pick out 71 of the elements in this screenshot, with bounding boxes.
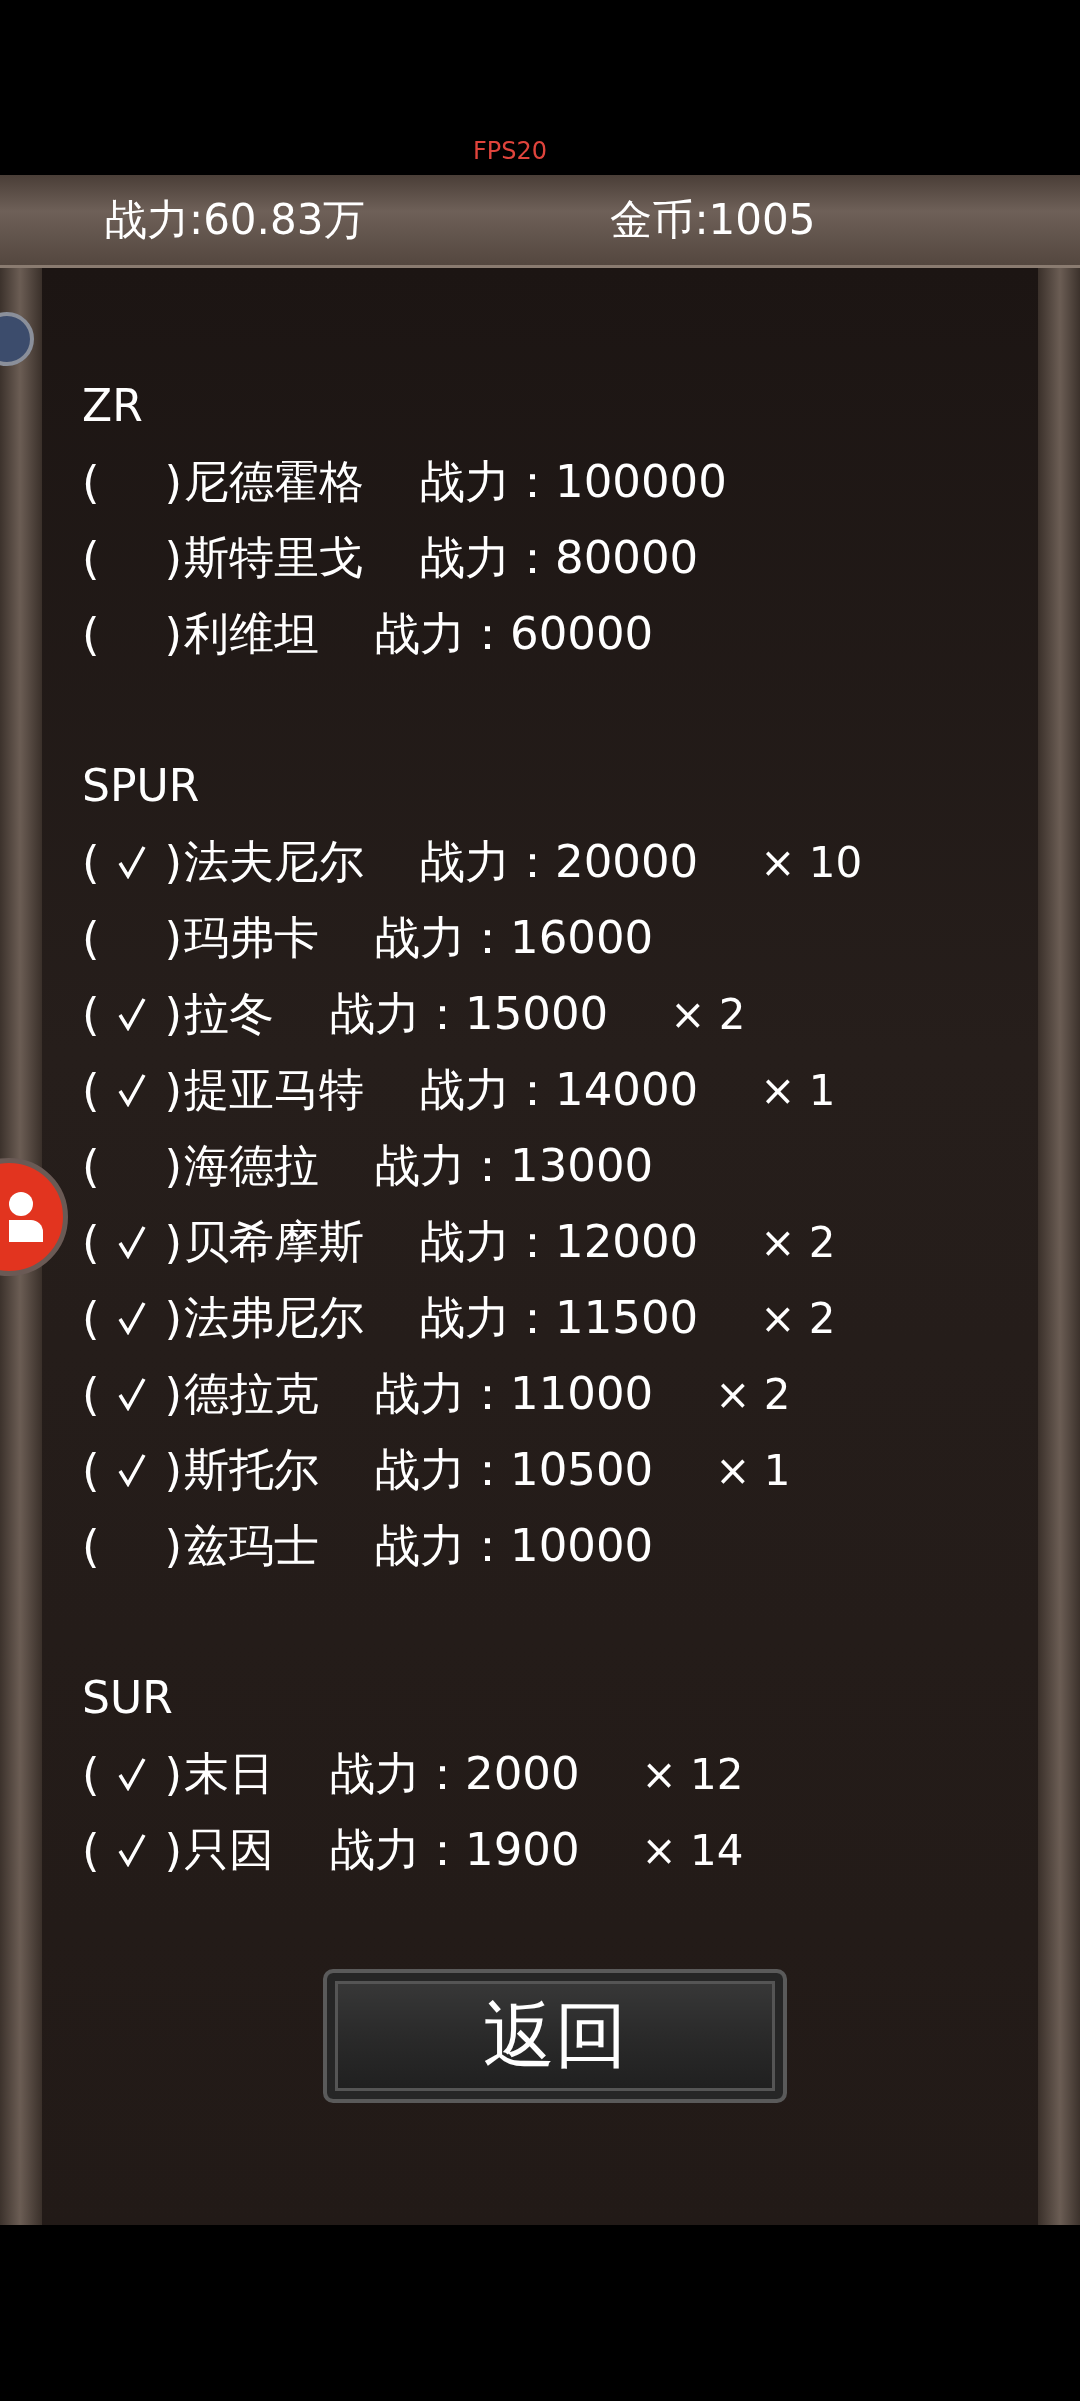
check-icon — [118, 997, 146, 1031]
count-label: × 12 — [641, 1749, 744, 1799]
power-value: 战力：15000 — [330, 986, 609, 1042]
checkbox[interactable]: ( ) — [82, 1747, 182, 1801]
back-button[interactable]: 返回 — [323, 1969, 787, 2103]
check-icon — [118, 1757, 146, 1791]
monster-name: 兹玛士 — [184, 1518, 319, 1574]
checkbox[interactable]: ( ) — [82, 1519, 182, 1573]
monster-name: 玛弗卡 — [184, 910, 319, 966]
power-value: 战力：20000 — [420, 834, 699, 890]
rarity-header: SUR — [82, 1671, 174, 1725]
power-value: 战力：10500 — [375, 1442, 654, 1498]
monster-name: 只因 — [184, 1822, 274, 1878]
coin-count: 金币:1005 — [610, 194, 816, 246]
checkbox[interactable]: ( ) — [82, 607, 182, 661]
check-icon — [118, 1073, 146, 1107]
power-value: 战力：1900 — [330, 1822, 580, 1878]
checkbox[interactable]: ( ) — [82, 1063, 182, 1117]
count-label: × 14 — [641, 1825, 744, 1875]
checkbox[interactable]: ( ) — [82, 911, 182, 965]
power-value: 战力：60000 — [375, 606, 654, 662]
power-value: 战力：13000 — [375, 1138, 654, 1194]
count-label: × 2 — [670, 989, 746, 1039]
checkbox[interactable]: ( ) — [82, 1367, 182, 1421]
power-total: 战力:60.83万 — [105, 194, 366, 246]
check-icon — [118, 1377, 146, 1411]
power-value: 战力：11500 — [420, 1290, 699, 1346]
monster-name: 贝希摩斯 — [184, 1214, 364, 1270]
fps-counter: FPS20 — [472, 137, 548, 165]
checkbox[interactable]: ( ) — [82, 455, 182, 509]
count-label: × 1 — [760, 1065, 836, 1115]
power-value: 战力：10000 — [375, 1518, 654, 1574]
check-icon — [118, 1225, 146, 1259]
power-value: 战力：14000 — [420, 1062, 699, 1118]
checkbox[interactable]: ( ) — [82, 987, 182, 1041]
monster-name: 德拉克 — [184, 1366, 319, 1422]
count-label: × 1 — [715, 1445, 791, 1495]
monster-name: 尼德霍格 — [184, 454, 364, 510]
checkbox[interactable]: ( ) — [82, 1443, 182, 1497]
power-value: 战力：80000 — [420, 530, 699, 586]
count-label: × 2 — [760, 1293, 836, 1343]
check-icon — [118, 1833, 146, 1867]
monster-name: 海德拉 — [184, 1138, 319, 1194]
rarity-header: SPUR — [82, 759, 201, 813]
monster-name: 斯托尔 — [184, 1442, 319, 1498]
checkbox[interactable]: ( ) — [82, 1291, 182, 1345]
power-value: 战力：100000 — [420, 454, 727, 510]
count-label: × 2 — [715, 1369, 791, 1419]
checkbox[interactable]: ( ) — [82, 531, 182, 585]
count-label: × 2 — [760, 1217, 836, 1267]
monster-name: 末日 — [184, 1746, 274, 1802]
check-icon — [118, 1453, 146, 1487]
rarity-header: ZR — [82, 379, 144, 433]
power-value: 战力：2000 — [330, 1746, 580, 1802]
check-icon — [118, 1301, 146, 1335]
checkbox[interactable]: ( ) — [82, 835, 182, 889]
checkbox[interactable]: ( ) — [82, 1215, 182, 1269]
user-icon — [9, 1190, 43, 1244]
monster-name: 利维坦 — [184, 606, 319, 662]
monster-name: 拉冬 — [184, 986, 274, 1042]
power-value: 战力：12000 — [420, 1214, 699, 1270]
checkbox[interactable]: ( ) — [82, 1139, 182, 1193]
power-value: 战力：16000 — [375, 910, 654, 966]
monster-name: 提亚马特 — [184, 1062, 364, 1118]
monster-name: 法弗尼尔 — [184, 1290, 364, 1346]
monster-name: 法夫尼尔 — [184, 834, 364, 890]
checkbox[interactable]: ( ) — [82, 1823, 182, 1877]
monster-name: 斯特里戈 — [184, 530, 364, 586]
power-value: 战力：11000 — [375, 1366, 654, 1422]
count-label: × 10 — [760, 837, 863, 887]
check-icon — [118, 845, 146, 879]
